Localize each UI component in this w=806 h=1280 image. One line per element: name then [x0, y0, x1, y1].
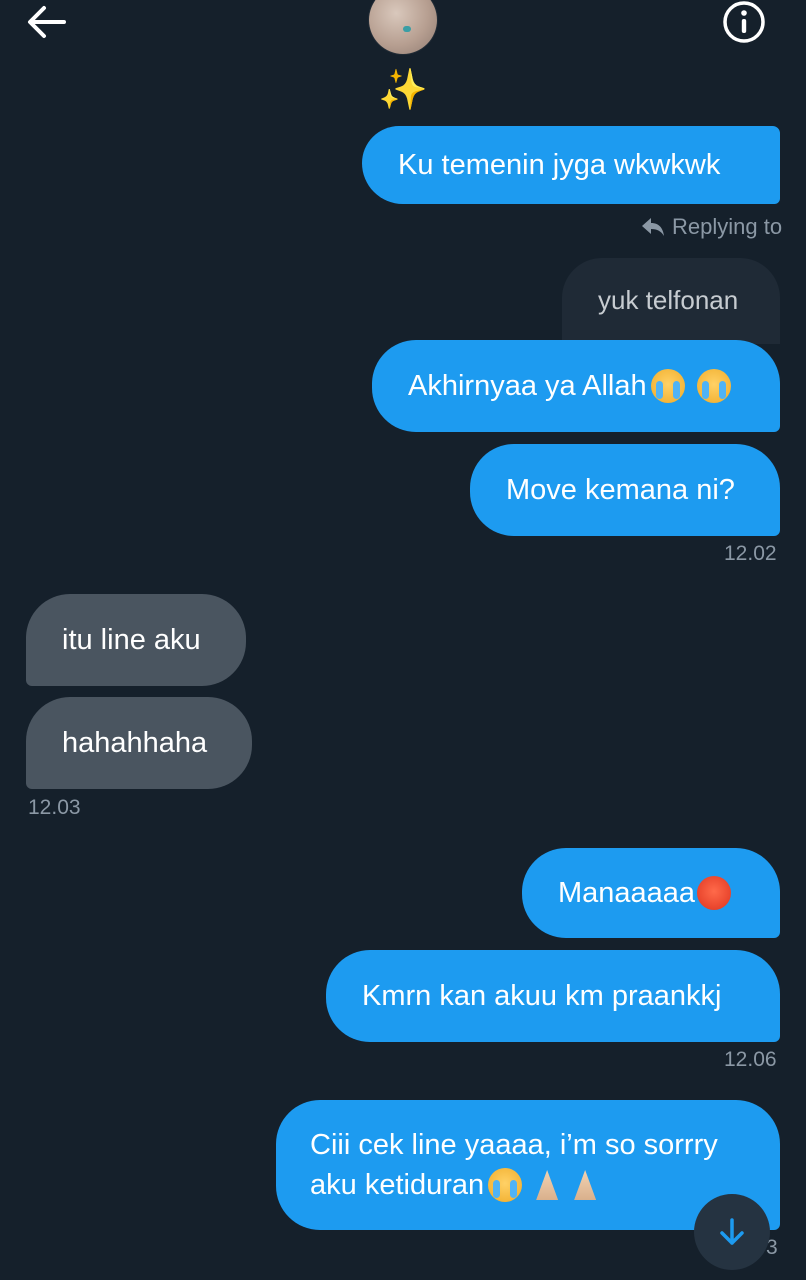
message-text: itu line aku	[62, 624, 201, 656]
message-text: Kmrn kan akuu km praankkj	[362, 980, 722, 1012]
avatar-detail	[403, 26, 411, 32]
status-emoji: ✨	[378, 67, 428, 113]
message-bubble-outgoing[interactable]: Akhirnyaa ya Allah	[372, 340, 780, 432]
message-bubble-outgoing[interactable]: Kmrn kan akuu km praankkj	[326, 950, 780, 1042]
message-text: hahahhaha	[62, 727, 208, 759]
message-text-line-2: aku ketiduran	[310, 1169, 485, 1201]
quoted-message[interactable]: yuk telfonan	[562, 258, 780, 344]
message-bubble-outgoing[interactable]: Ku temenin jyga wkwkwk	[362, 126, 780, 204]
message-text: Manaaaaa	[558, 877, 696, 909]
message-bubble-incoming[interactable]: itu line aku	[26, 594, 246, 686]
reply-indicator: Replying to	[640, 214, 782, 240]
message-text: Akhirnyaa ya Allah	[408, 370, 647, 402]
back-button[interactable]	[18, 0, 74, 44]
reply-label: Replying to	[672, 214, 783, 239]
timestamp: 12.02	[724, 542, 777, 565]
message-bubble-outgoing[interactable]: Move kemana ni?	[470, 444, 780, 536]
folded-hands-icon	[530, 1168, 564, 1202]
info-circle-icon	[723, 1, 765, 43]
message-bubble-outgoing[interactable]: Manaaaaa	[522, 848, 780, 938]
message-text-line-1: Ciii cek line yaaaa, i’m so sorrry	[310, 1129, 718, 1161]
message-text-line-2-row: aku ketiduran	[310, 1165, 602, 1205]
reply-arrow-icon	[642, 218, 664, 236]
message-bubble-incoming[interactable]: hahahhaha	[26, 697, 252, 789]
pouting-face-icon	[697, 876, 732, 910]
arrow-down-icon	[720, 1218, 744, 1245]
loudly-crying-face-icon	[696, 369, 731, 403]
avatar[interactable]	[369, 0, 437, 54]
loudly-crying-face-icon	[650, 369, 685, 403]
timestamp: 12.06	[724, 1048, 777, 1071]
folded-hands-icon	[568, 1168, 602, 1202]
loudly-crying-face-icon	[488, 1168, 523, 1202]
timestamp: 12.03	[28, 796, 81, 819]
arrow-left-icon	[28, 6, 66, 38]
quoted-text: yuk telfonan	[598, 285, 739, 315]
message-text: Ku temenin jyga wkwkwk	[398, 149, 721, 181]
scroll-to-bottom-button[interactable]	[694, 1194, 770, 1270]
message-text: Move kemana ni?	[506, 474, 735, 506]
info-button[interactable]	[720, 0, 768, 44]
